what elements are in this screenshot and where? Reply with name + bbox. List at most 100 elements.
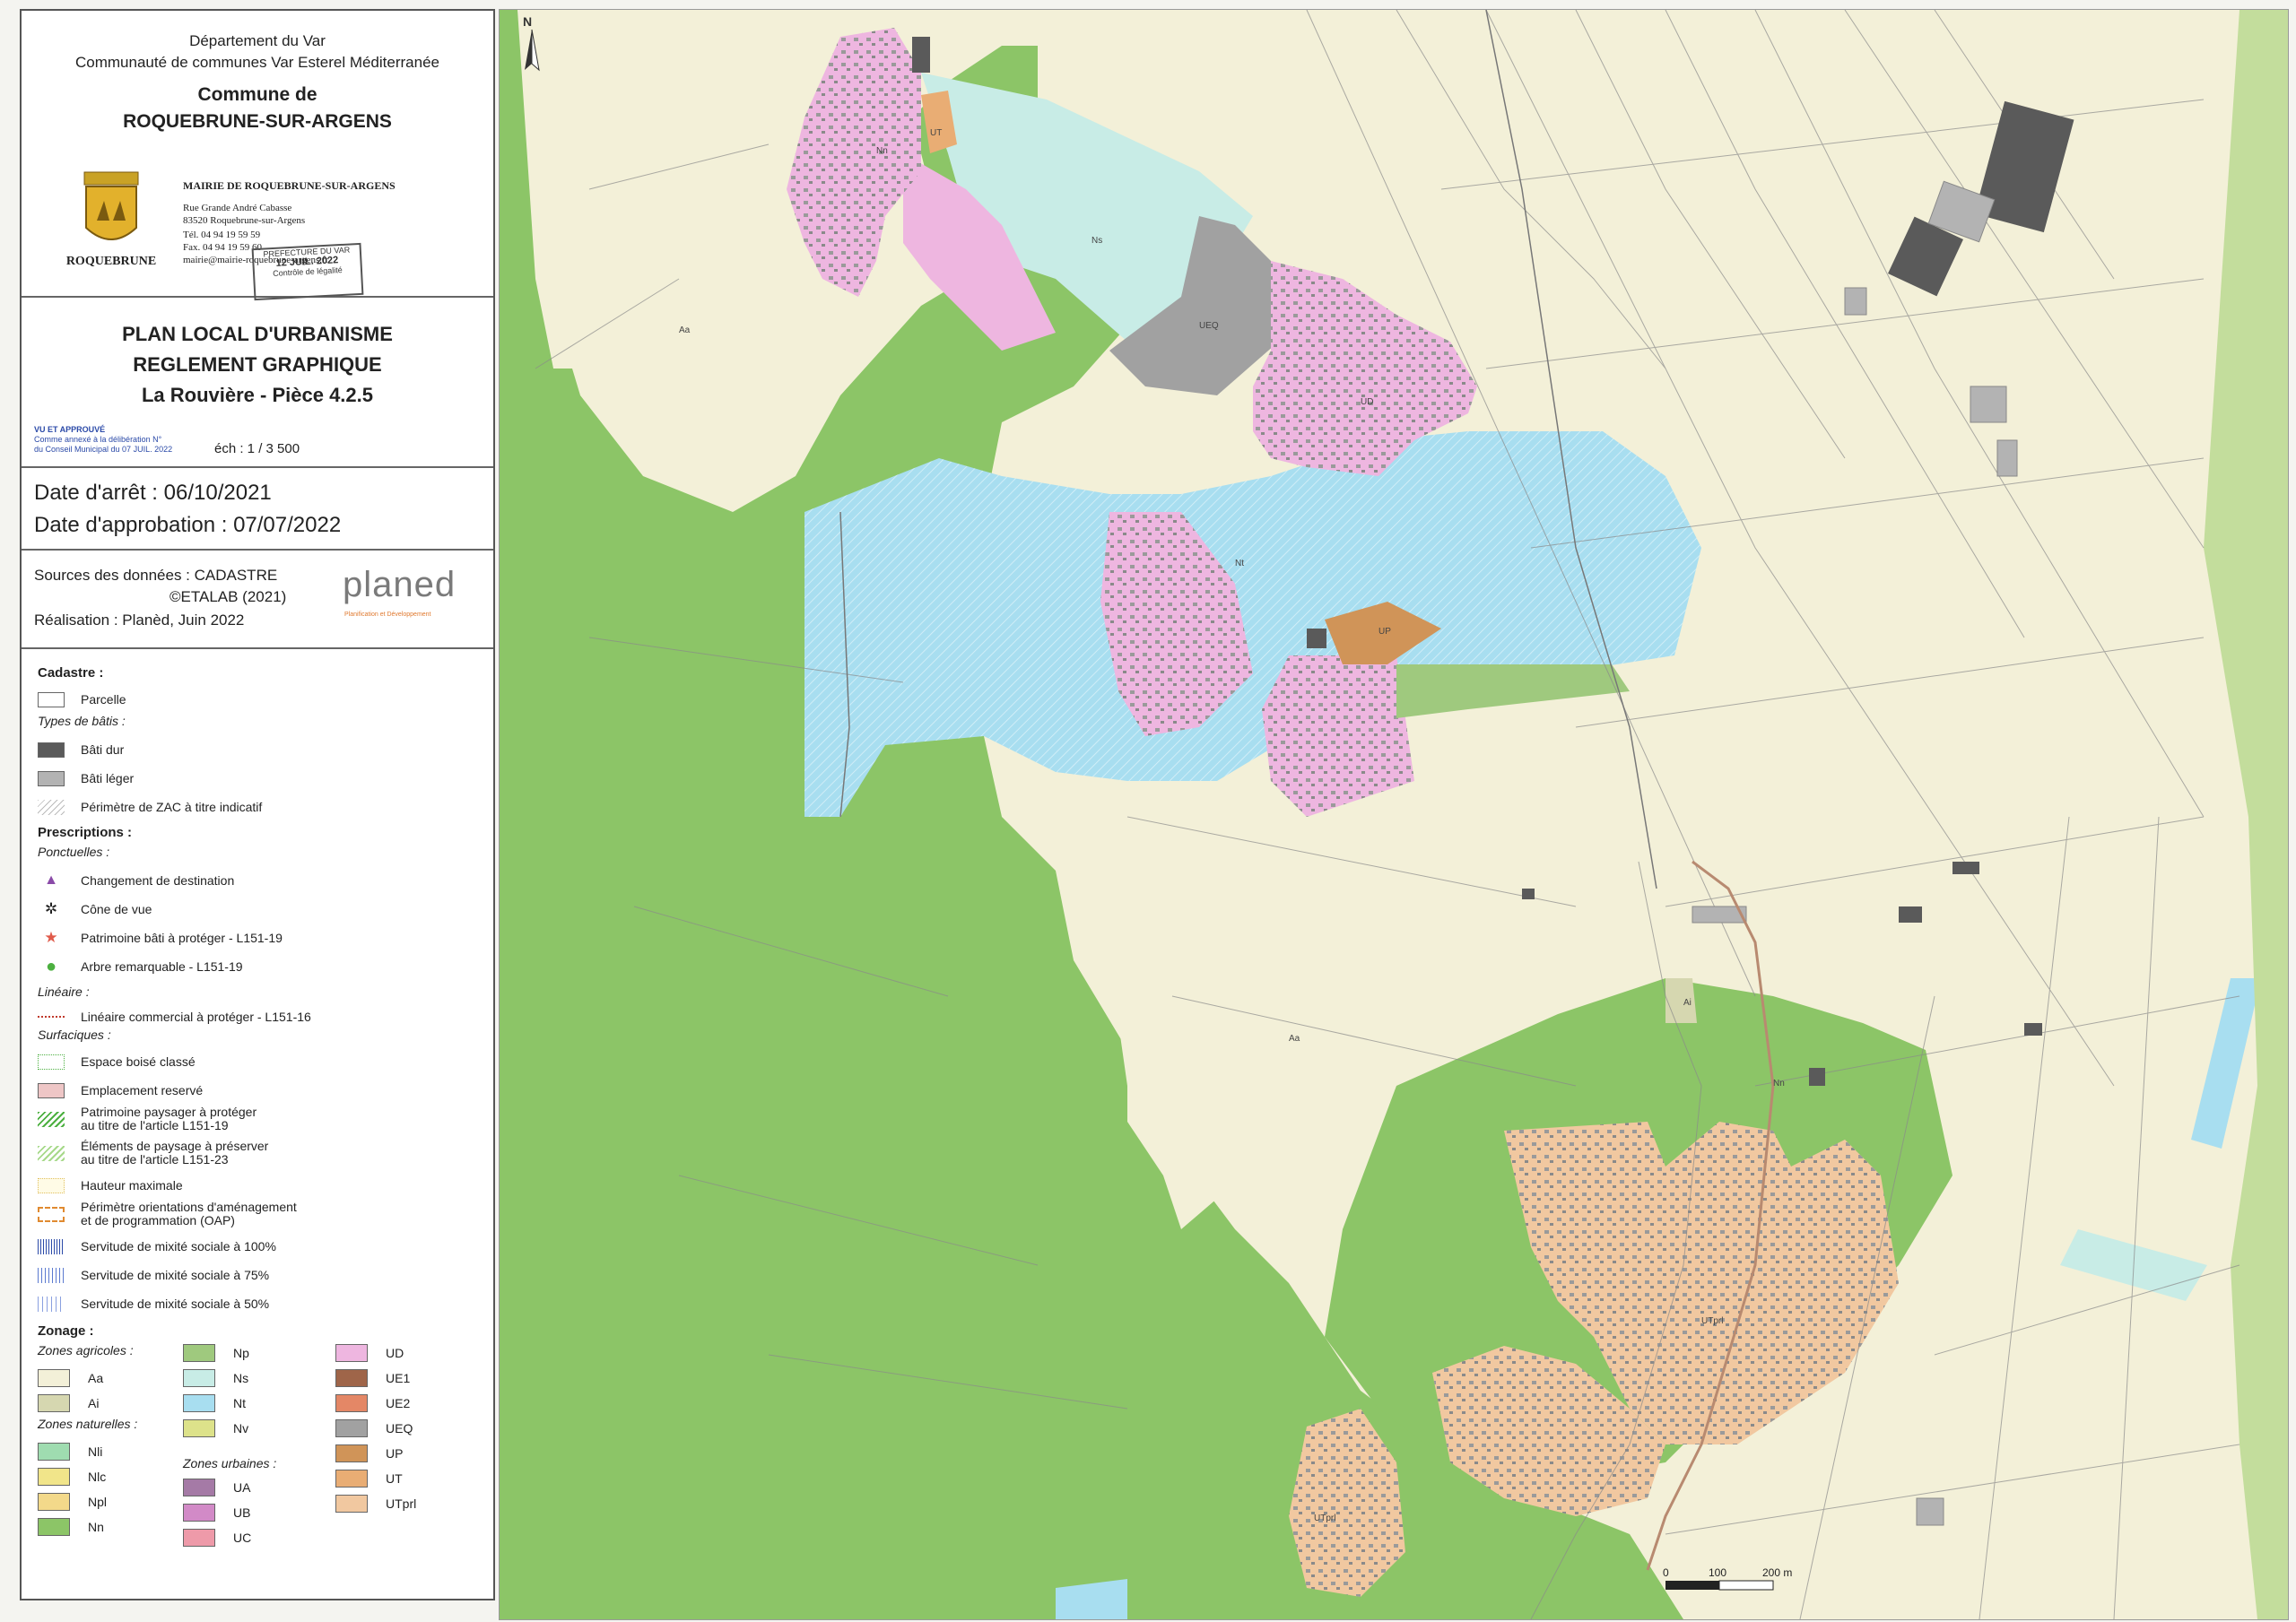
bati-leger-label: Bâti léger <box>81 771 135 785</box>
zoning-map[interactable]: N UT Ns Nn UD UEQ Nt Aa UTprl UTprl UP A… <box>499 9 2289 1620</box>
bati-dur-swatch <box>38 742 65 758</box>
zone-swatch-nlc <box>38 1468 70 1486</box>
cone-label: Cône de vue <box>81 902 152 916</box>
dates-block: Date d'arrêt : 06/10/2021 Date d'approba… <box>22 468 493 551</box>
zone-swatch-aa <box>38 1369 70 1387</box>
map-label-nt: Nt <box>1235 559 1244 568</box>
legend-zone-np: Np <box>183 1343 249 1363</box>
map-label-nn-north: Nn <box>876 146 888 156</box>
scale-200: 200 m <box>1762 1566 1792 1579</box>
legend-cadastre-heading: Cadastre : <box>38 665 104 681</box>
zone-label-ub: UB <box>233 1505 251 1520</box>
bati-leger-swatch <box>38 770 65 786</box>
community-text: Communauté de communes Var Esterel Médit… <box>75 54 439 71</box>
legend-zone-aa: Aa <box>38 1368 103 1388</box>
etalab-line: ©ETALAB (2021) <box>170 588 287 605</box>
legend-zone-ua: UA <box>183 1478 250 1497</box>
title-block: PLAN LOCAL D'URBANISME REGLEMENT GRAPHIQ… <box>22 298 493 468</box>
north-label: N <box>523 14 532 29</box>
logo-text: ROQUEBRUNE <box>65 255 157 268</box>
map-label-up: UP <box>1378 627 1391 637</box>
department-text: Département du Var <box>189 32 326 49</box>
zone-label-ue1: UE1 <box>386 1371 411 1385</box>
legend-zone-nlc: Nlc <box>38 1467 106 1487</box>
zone-swatch-ue2 <box>335 1394 368 1412</box>
legend-zone-ue1: UE1 <box>335 1368 410 1388</box>
commune-prefix: Commune de <box>197 84 317 105</box>
zone-swatch-nv <box>183 1419 215 1437</box>
legend-zone-ud: UD <box>335 1343 404 1363</box>
zone-label-np: Np <box>233 1346 249 1360</box>
commune-name: ROQUEBRUNE-SUR-ARGENS <box>123 111 392 132</box>
zone-label-nn: Nn <box>88 1520 104 1534</box>
zone-label-uc: UC <box>233 1531 252 1545</box>
legend-zone-nt: Nt <box>183 1393 246 1413</box>
ebc-label: Espace boisé classé <box>81 1054 196 1069</box>
scale-text: éch : 1 / 3 500 <box>214 441 300 456</box>
zone-ai[interactable] <box>1665 978 1697 1023</box>
zone-label-up: UP <box>386 1446 404 1461</box>
planed-tagline: Planification et Développement <box>344 612 431 618</box>
emplacement-label: Emplacement reservé <box>81 1083 204 1097</box>
patrimoine-paysager-label-2: au titre de l'article L151-19 <box>81 1118 229 1132</box>
map-label-nn-southeast: Nn <box>1773 1079 1785 1089</box>
sms75-label: Servitude de mixité sociale à 75% <box>81 1268 270 1282</box>
parcelle-label: Parcelle <box>81 692 126 707</box>
legend-ponctuelles: Ponctuelles : <box>38 845 110 859</box>
legend-zone-ns: Ns <box>183 1368 248 1388</box>
patrimoine-bati-label: Patrimoine bâti à protéger - L151-19 <box>81 931 283 945</box>
prefecture-stamp: PREFECTURE DU VAR 12 JUIL. 2022 Contrôle… <box>251 242 364 301</box>
map-label-utprl-southwest: UTprl <box>1314 1514 1335 1523</box>
legend-zac: Périmètre de ZAC à titre indicatif <box>38 796 262 818</box>
map-canvas[interactable]: N UT Ns Nn UD UEQ Nt Aa UTprl UTprl UP A… <box>500 10 2288 1619</box>
lineaire-commercial-label: Linéaire commercial à protéger - L151-16 <box>81 1010 311 1024</box>
header-block: Département du Var Communauté de commune… <box>22 11 493 301</box>
zone-label-ns: Ns <box>233 1371 249 1385</box>
zone-swatch-ut <box>335 1470 368 1488</box>
zone-swatch-nt <box>183 1394 215 1412</box>
scale-0: 0 <box>1663 1566 1669 1579</box>
legend-hauteur: Hauteur maximale <box>38 1175 183 1196</box>
zone-swatch-ud <box>335 1344 368 1362</box>
map-label-utprl-east: UTprl <box>1701 1316 1723 1326</box>
stamp-vu: VU ET APPROUVÉ <box>34 425 106 434</box>
fax: Fax. 04 94 19 59 60 <box>183 242 262 253</box>
cone-icon: ✲ <box>44 900 58 917</box>
approval-stamp: VU ET APPROUVÉ Comme annexé à la délibér… <box>34 425 213 455</box>
address-line-2: 83520 Roquebrune-sur-Argens <box>183 215 306 226</box>
legend-bati-leger: Bâti léger <box>38 768 134 789</box>
legend-zone-ue2: UE2 <box>335 1393 410 1413</box>
legend-zone-ut: UT <box>335 1469 403 1488</box>
zone-swatch-ueq <box>335 1419 368 1437</box>
elements-paysage-label-2: au titre de l'article L151-23 <box>81 1152 229 1167</box>
plu-title: PLAN LOCAL D'URBANISME <box>122 323 393 345</box>
date-approbation: Date d'approbation : 07/07/2022 <box>34 513 342 537</box>
zac-label: Périmètre de ZAC à titre indicatif <box>81 800 263 814</box>
legend-patrimoine-paysager: Patrimoine paysager à protéger au titre d… <box>38 1103 257 1135</box>
zac-swatch <box>38 799 65 815</box>
hauteur-swatch <box>38 1177 65 1193</box>
legend-parcelle: Parcelle <box>38 689 126 710</box>
patrimoine-paysager-swatch <box>38 1111 65 1127</box>
legend-emplacement: Emplacement reservé <box>38 1080 203 1101</box>
changement-label: Changement de destination <box>81 873 235 888</box>
zone-label-nv: Nv <box>233 1421 249 1436</box>
sms100-swatch <box>38 1238 65 1254</box>
parcelle-swatch <box>38 691 65 707</box>
legend-oap: Périmètre orientations d'aménagement et d… <box>38 1198 297 1230</box>
zone-label-ue2: UE2 <box>386 1396 411 1410</box>
stamp-conseil: du Conseil Municipal du 07 JUIL. 2022 <box>34 445 173 454</box>
zone-label-nli: Nli <box>88 1444 103 1459</box>
address-line-1: Rue Grande André Cabasse <box>183 203 292 213</box>
zone-label-aa: Aa <box>88 1371 104 1385</box>
map-cartouche: Département du Var Communauté de commune… <box>20 9 495 1600</box>
hauteur-label: Hauteur maximale <box>81 1178 183 1193</box>
sms75-swatch <box>38 1267 65 1283</box>
zone-label-nt: Nt <box>233 1396 246 1410</box>
map-label-ai: Ai <box>1683 998 1692 1008</box>
legend-zonage-heading: Zonage : <box>38 1323 94 1339</box>
piece-title: La Rouvière - Pièce 4.2.5 <box>141 384 374 406</box>
legend-zone-nn: Nn <box>38 1517 104 1537</box>
star-icon: ★ <box>44 929 58 946</box>
patrimoine-paysager-label-1: Patrimoine paysager à protéger <box>81 1105 257 1119</box>
